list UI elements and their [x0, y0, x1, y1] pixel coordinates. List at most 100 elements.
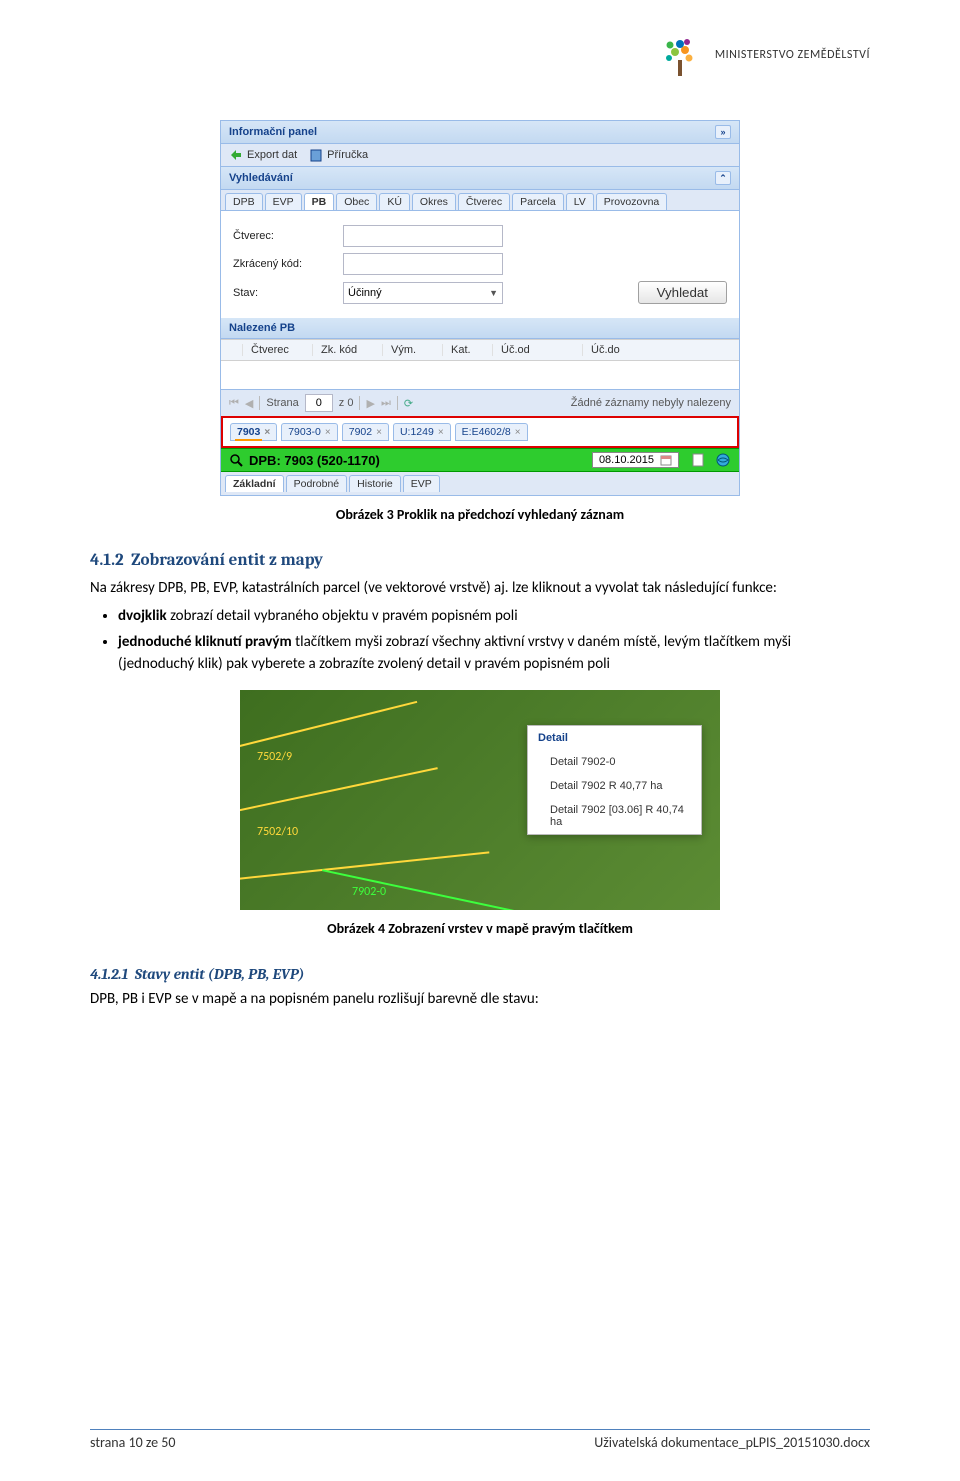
paging-bar: ⏮ ◀ Strana z 0 ▶ ⏭ ⟳ Žádné záznamy nebyl… [221, 389, 739, 416]
col-vym[interactable]: Vým. [383, 344, 443, 356]
search-tabs: DPB EVP PB Obec KÚ Okres Čtverec Parcela… [221, 190, 739, 211]
menu-title: Detail [528, 726, 701, 750]
tab-evp[interactable]: EVP [265, 193, 302, 210]
highlighted-tags-box: 7903× 7903-0× 7902× U:1249× E:E4602/8× [221, 416, 739, 448]
page-last-icon[interactable]: ⏭ [381, 397, 391, 410]
close-icon[interactable]: × [376, 427, 382, 438]
tag-7903[interactable]: 7903× [230, 423, 277, 441]
panel-collapse-button[interactable]: » [715, 125, 731, 139]
col-ctverec[interactable]: Čtverec [243, 344, 313, 356]
blank-page-icon[interactable] [691, 453, 705, 467]
tab-parcela[interactable]: Parcela [512, 193, 564, 210]
vyhledavani-collapse[interactable]: ⌃ [715, 171, 731, 185]
chevron-down-icon: ▼ [489, 288, 498, 298]
menu-item-detail-7902-0[interactable]: Detail 7902-0 [528, 750, 701, 774]
tab-obec[interactable]: Obec [336, 193, 377, 210]
tab-okres[interactable]: Okres [412, 193, 456, 210]
page-prev-icon[interactable]: ◀ [245, 397, 253, 410]
vyhledat-button[interactable]: Vyhledat [638, 281, 727, 304]
strana-label: Strana [266, 397, 298, 409]
tab-historie[interactable]: Historie [349, 475, 401, 492]
calendar-icon [660, 454, 672, 466]
panel-title: Informační panel [229, 126, 317, 138]
refresh-icon[interactable]: ⟳ [404, 397, 413, 410]
detail-tabs: Základní Podrobné Historie EVP [221, 472, 739, 495]
tag-7903-0[interactable]: 7903-0× [281, 423, 338, 441]
page-header: MINISTERSTVO ZEMĚDĚLSTVÍ [655, 30, 870, 80]
footer-filename: Uživatelská dokumentace_pLPIS_20151030.d… [594, 1434, 870, 1451]
tag-7902[interactable]: 7902× [342, 423, 389, 441]
tab-zakladni[interactable]: Základní [225, 475, 284, 492]
intro-paragraph: Na zákresy DPB, PB, EVP, katastrálních p… [90, 578, 870, 598]
no-records-text: Žádné záznamy nebyly nalezeny [571, 397, 731, 409]
context-menu-detail: Detail Detail 7902-0 Detail 7902 R 40,77… [527, 725, 702, 835]
prirucka-button[interactable]: Příručka [309, 148, 368, 162]
caption-obrazek-4: Obrázek 4 Zobrazení vrstev v mapě pravým… [90, 920, 870, 937]
page-number-input[interactable] [305, 394, 333, 412]
close-icon[interactable]: × [515, 427, 521, 438]
globe-icon[interactable] [715, 452, 731, 468]
label-zkraceny-kod: Zkrácený kód: [233, 258, 343, 270]
label-ctverec: Čtverec: [233, 230, 343, 242]
screenshot-info-panel: Informační panel » Export dat Příručka V… [220, 120, 740, 496]
export-icon [229, 148, 243, 162]
panel-header-vyhledavani: Vyhledávání ⌃ [221, 167, 739, 190]
tags-row: 7903× 7903-0× 7902× U:1249× E:E4602/8× [224, 419, 736, 445]
col-ucod[interactable]: Úč.od [493, 344, 583, 356]
subsection-text: DPB, PB i EVP se v mapě a na popisném pa… [90, 989, 870, 1009]
caption-obrazek-3: Obrázek 3 Proklik na předchozí vyhledaný… [90, 506, 870, 523]
heading-4-1-2: 4.1.2 Zobrazování entit z mapy [90, 551, 870, 570]
bullet-jednoduche-kliknuti: jednoduché kliknutí pravým tlačítkem myš… [118, 632, 870, 676]
vyhledavani-title: Vyhledávání [229, 172, 293, 184]
input-ctverec[interactable] [343, 225, 503, 247]
z-label: z 0 [339, 397, 354, 409]
tab-ku[interactable]: KÚ [379, 193, 410, 210]
bullet-list: dvojklik zobrazí detail vybraného objekt… [118, 606, 870, 675]
col-kat[interactable]: Kat. [443, 344, 493, 356]
panel-header-nalezene: Nalezené PB [221, 318, 739, 339]
tab-evp-detail[interactable]: EVP [403, 475, 440, 492]
ministry-name: MINISTERSTVO ZEMĚDĚLSTVÍ [715, 48, 870, 62]
ministry-logo-icon [655, 30, 705, 80]
tab-dpb[interactable]: DPB [225, 193, 263, 210]
magnifier-icon[interactable] [229, 453, 243, 467]
close-icon[interactable]: × [264, 427, 270, 438]
heading-4-1-2-1: 4.1.2.1 Stavy entit (DPB, PB, EVP) [90, 965, 870, 983]
page-next-icon[interactable]: ▶ [366, 397, 374, 410]
export-dat-button[interactable]: Export dat [229, 148, 297, 162]
close-icon[interactable]: × [325, 427, 331, 438]
search-form: Čtverec: Zkrácený kód: Stav: Účinný ▼ Vy… [221, 211, 739, 318]
tab-pb[interactable]: PB [304, 193, 335, 210]
tab-lv[interactable]: LV [566, 193, 594, 210]
grid-body-empty [221, 361, 739, 389]
label-stav: Stav: [233, 287, 343, 299]
parcel-label-2: 7502/10 [255, 825, 300, 839]
footer-page-number: strana 10 ze 50 [90, 1434, 175, 1451]
tab-podrobne[interactable]: Podrobné [286, 475, 348, 492]
tab-ctverec[interactable]: Čtverec [458, 193, 510, 210]
dpb-date-field[interactable]: 08.10.2015 [592, 452, 679, 468]
select-stav[interactable]: Účinný ▼ [343, 282, 503, 304]
col-zkkod[interactable]: Zk. kód [313, 344, 383, 356]
map-screenshot: 7502/9 7502/10 7902-0 Detail Detail 7902… [240, 690, 720, 910]
page-first-icon[interactable]: ⏮ [229, 397, 239, 410]
menu-item-detail-7902-r[interactable]: Detail 7902 R 40,77 ha [528, 774, 701, 798]
tag-u1249[interactable]: U:1249× [393, 423, 451, 441]
toolbar: Export dat Příručka [221, 144, 739, 167]
dpb-green-bar: DPB: 7903 (520-1170) 08.10.2015 [221, 448, 739, 472]
col-ucdo[interactable]: Úč.do [583, 344, 673, 356]
parcel-label-1: 7502/9 [255, 750, 294, 764]
parcel-label-3: 7902-0 [350, 885, 388, 899]
close-icon[interactable]: × [438, 427, 444, 438]
panel-header-informacni: Informační panel » [221, 121, 739, 144]
page-footer: strana 10 ze 50 Uživatelská dokumentace_… [90, 1429, 870, 1451]
col-blank [225, 344, 243, 356]
grid-header: Čtverec Zk. kód Vým. Kat. Úč.od Úč.do [221, 339, 739, 361]
menu-item-detail-7902-0306[interactable]: Detail 7902 [03.06] R 40,74 ha [528, 798, 701, 834]
bullet-dvojklik: dvojklik zobrazí detail vybraného objekt… [118, 606, 870, 628]
nalezene-title: Nalezené PB [229, 322, 295, 334]
input-zkraceny-kod[interactable] [343, 253, 503, 275]
tab-provozovna[interactable]: Provozovna [596, 193, 667, 210]
dpb-title: DPB: 7903 (520-1170) [249, 453, 380, 468]
tag-e4602[interactable]: E:E4602/8× [455, 423, 528, 441]
